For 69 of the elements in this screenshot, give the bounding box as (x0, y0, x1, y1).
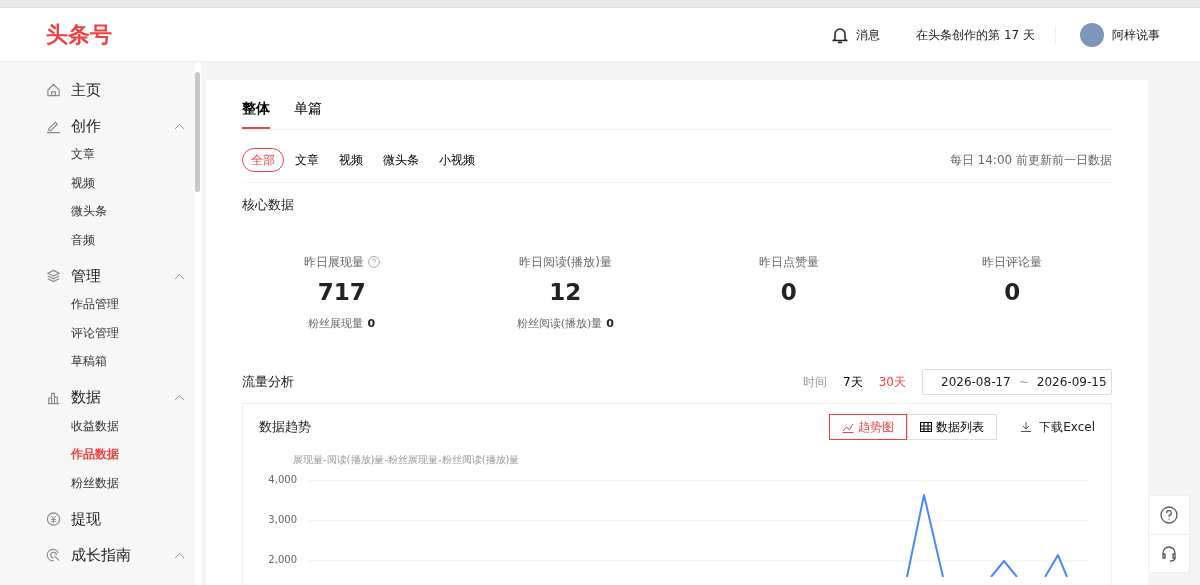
stat-sub-value: 0 (367, 317, 376, 330)
sidebar-item[interactable]: 成长指南 (71, 543, 131, 567)
help-icon[interactable] (1160, 506, 1178, 524)
stat-value: 0 (779, 277, 798, 307)
stat-sub-label: 粉丝阅读(播放)量 (516, 317, 603, 330)
table-icon (920, 420, 933, 433)
stat-sub-label: 粉丝展现量 (308, 317, 364, 330)
filter-chip[interactable]: 视频 (330, 148, 372, 172)
chart-legend: 展现量-阅读(播放)量-粉丝展现量-粉丝阅读(播放)量 (293, 451, 1095, 467)
section-title: 核心数据 (242, 196, 295, 214)
date-range-field[interactable]: 2026-08-17 ~ 2026-09-15 (922, 368, 1112, 395)
avatar-placeholder[interactable] (1080, 22, 1104, 47)
stat-label: 昨日评论量 (982, 253, 1043, 271)
sidebar-subitem[interactable]: 草稿箱 (46, 347, 107, 376)
sidebar-subitem[interactable]: 作品管理 (46, 290, 119, 319)
axis-tick-label: 4,000 (268, 473, 297, 486)
sidebar-subitem[interactable]: 评论管理 (46, 318, 119, 347)
axis-tick-label: 2,000 (268, 553, 297, 566)
username[interactable]: 阿梓说事 (1112, 25, 1160, 44)
collapse-chevron-icon[interactable] (174, 272, 185, 280)
time-label: 时间 (803, 373, 828, 391)
view-toggle[interactable]: 数据列表 (907, 413, 998, 440)
sidebar-subitem[interactable]: 音频 (46, 225, 95, 254)
view-toggle[interactable]: 趋势图 (829, 413, 908, 440)
download-icon (1021, 421, 1032, 432)
panel-title: 数据趋势 (259, 417, 311, 436)
sidebar-subitem[interactable]: 文章 (46, 140, 95, 169)
collapse-chevron-icon[interactable] (174, 394, 185, 401)
sidebar-subitem[interactable]: 微头条 (46, 197, 107, 226)
headset-icon[interactable] (1160, 544, 1178, 563)
range-option[interactable]: 30天 (878, 372, 906, 391)
sidebar-item[interactable]: 主页 (71, 78, 101, 102)
sidebar-item[interactable]: 数据 (71, 386, 101, 409)
stat-label: 昨日展现量 (303, 253, 364, 271)
sidebar-item[interactable]: 提现 (71, 507, 101, 531)
filter-chip[interactable]: 微头条 (374, 148, 428, 172)
sidebar-subitem[interactable]: 收益数据 (46, 411, 119, 440)
sidebar-item[interactable]: 创作 (71, 114, 101, 138)
scrollbar-thumb[interactable] (195, 72, 200, 192)
tab[interactable]: 单篇 (294, 80, 322, 129)
stat-value: 0 (1003, 277, 1022, 307)
stat-value: 717 (316, 277, 367, 307)
sidebar-subitem[interactable]: 粉丝数据 (46, 468, 119, 497)
filter-chip[interactable]: 小视频 (430, 148, 484, 172)
update-note: 每日 14:00 前更新前一日数据 (949, 152, 1112, 169)
logo[interactable]: 头条号 (46, 18, 112, 51)
home-icon (46, 82, 61, 98)
yen-icon (46, 511, 61, 527)
stat-sub-value: 0 (606, 317, 614, 330)
range-option[interactable]: 7天 (843, 372, 863, 391)
section-title: 流量分析 (242, 372, 294, 391)
stat-label: 昨日点赞量 (758, 253, 819, 271)
pen-icon (46, 118, 61, 134)
layers-icon (46, 268, 61, 284)
filter-chip[interactable]: 文章 (286, 148, 328, 172)
creation-days-text: 在头条创作的第 17 天 (916, 25, 1056, 44)
growth-icon (46, 547, 61, 563)
axis-tick-label: 3,000 (268, 513, 297, 526)
tab[interactable]: 整体 (242, 80, 270, 129)
bell-icon[interactable] (832, 25, 849, 44)
sidebar-subitem[interactable]: 视频 (46, 168, 95, 197)
stat-value: 12 (548, 277, 583, 307)
download-link[interactable]: 下载Excel (1021, 417, 1095, 436)
sidebar-subitem[interactable]: 作品数据 (46, 440, 119, 469)
collapse-chevron-icon[interactable] (174, 551, 185, 559)
stat-label: 昨日阅读(播放)量 (518, 253, 612, 271)
sidebar-item[interactable]: 管理 (71, 264, 101, 288)
messages-link[interactable]: 消息 (856, 25, 881, 44)
collapse-chevron-icon[interactable] (174, 122, 185, 130)
